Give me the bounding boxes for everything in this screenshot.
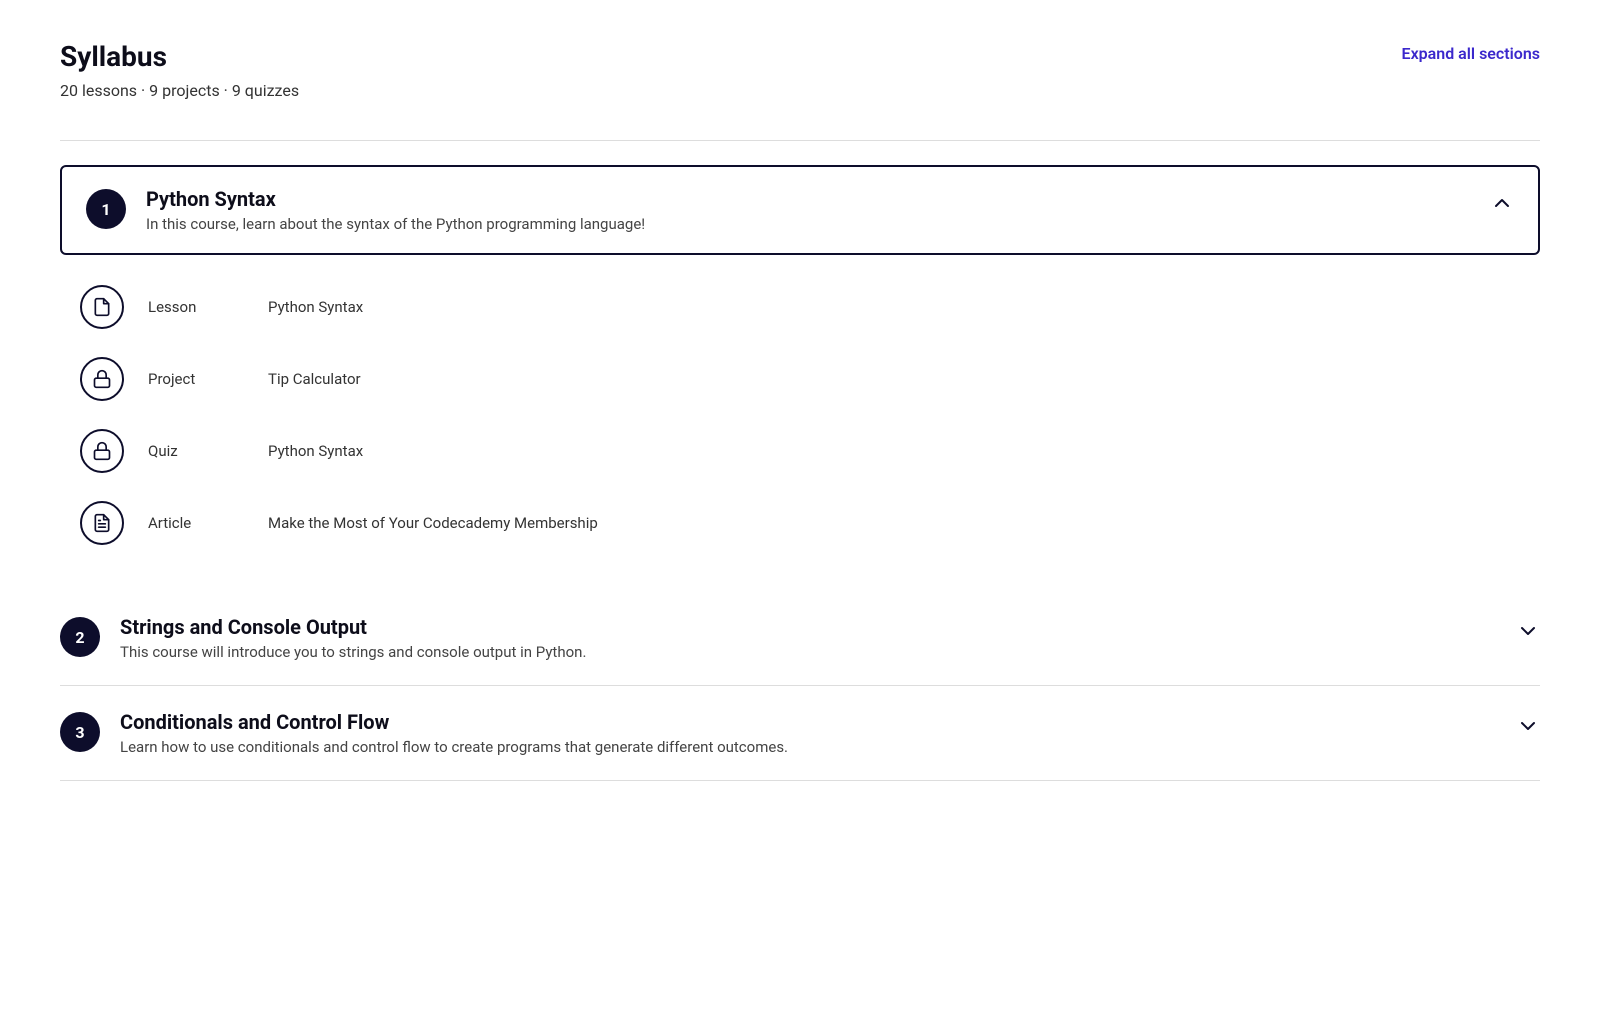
item-name-python-syntax: Python Syntax: [268, 298, 363, 316]
expand-all-button[interactable]: Expand all sections: [1402, 44, 1540, 63]
section-3-number: 3: [60, 712, 100, 752]
section-3-header[interactable]: 3 Conditionals and Control Flow Learn ho…: [60, 686, 1540, 780]
syllabus-header: Syllabus 20 lessons · 9 projects · 9 qui…: [60, 40, 1540, 141]
section-1-info: Python Syntax In this course, learn abou…: [146, 187, 1470, 233]
section-3-desc: Learn how to use conditionals and contro…: [120, 738, 1496, 756]
syllabus-title: Syllabus: [60, 40, 299, 73]
section-3-info: Conditionals and Control Flow Learn how …: [120, 710, 1496, 756]
section-2-info: Strings and Console Output This course w…: [120, 615, 1496, 661]
syllabus-title-block: Syllabus 20 lessons · 9 projects · 9 qui…: [60, 40, 299, 120]
list-item[interactable]: Project Tip Calculator: [60, 343, 1540, 415]
section-1-desc: In this course, learn about the syntax o…: [146, 215, 1470, 233]
section-2-desc: This course will introduce you to string…: [120, 643, 1496, 661]
section-3-name: Conditionals and Control Flow: [120, 710, 1496, 734]
section-2-header[interactable]: 2 Strings and Console Output This course…: [60, 591, 1540, 685]
item-type-lesson: Lesson: [148, 298, 268, 316]
syllabus-meta: 20 lessons · 9 projects · 9 quizzes: [60, 81, 299, 100]
section-3: 3 Conditionals and Control Flow Learn ho…: [60, 686, 1540, 781]
lock-icon: [80, 357, 124, 401]
item-type-project: Project: [148, 370, 268, 388]
section-1-number: 1: [86, 189, 126, 229]
section-2-number: 2: [60, 617, 100, 657]
item-name-article-codecademy: Make the Most of Your Codecademy Members…: [268, 514, 598, 532]
item-name-tip-calculator: Tip Calculator: [268, 370, 361, 388]
item-type-quiz: Quiz: [148, 442, 268, 460]
item-type-article: Article: [148, 514, 268, 532]
item-name-quiz-python-syntax: Python Syntax: [268, 442, 363, 460]
section-2-toggle-icon: [1516, 619, 1540, 649]
section-3-toggle-icon: [1516, 714, 1540, 744]
list-item[interactable]: Article Make the Most of Your Codecademy…: [60, 487, 1540, 559]
list-item[interactable]: Quiz Python Syntax: [60, 415, 1540, 487]
list-item[interactable]: Lesson Python Syntax: [60, 271, 1540, 343]
section-2: 2 Strings and Console Output This course…: [60, 591, 1540, 686]
lesson-icon: [80, 285, 124, 329]
section-2-name: Strings and Console Output: [120, 615, 1496, 639]
lock-icon: [80, 429, 124, 473]
section-1-header[interactable]: 1 Python Syntax In this course, learn ab…: [60, 165, 1540, 255]
section-1-items: Lesson Python Syntax Project Tip Calcula…: [60, 255, 1540, 591]
section-1-toggle-icon: [1490, 191, 1514, 221]
section-1-name: Python Syntax: [146, 187, 1470, 211]
article-icon: [80, 501, 124, 545]
